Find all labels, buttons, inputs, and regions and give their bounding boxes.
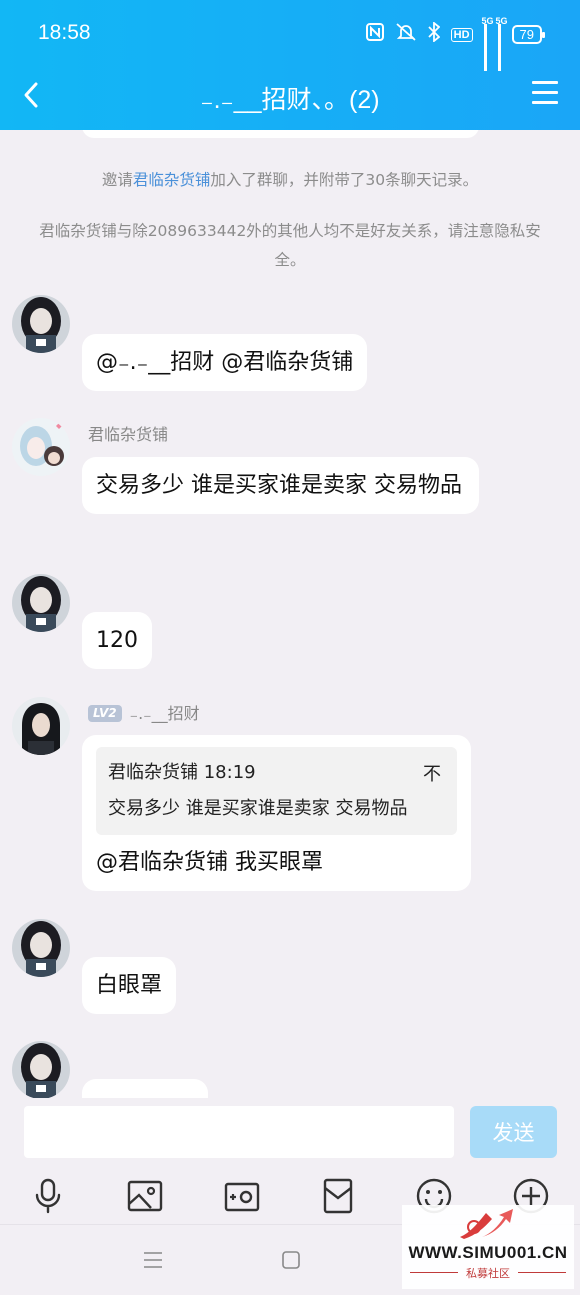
microphone-icon[interactable] <box>28 1176 68 1216</box>
reply-message-bubble[interactable]: 君临杂货铺 18:19 不 交易多少 谁是买家谁是卖家 交易物品 @君临杂货铺 … <box>82 735 471 891</box>
red-packet-icon[interactable] <box>318 1176 358 1216</box>
message-input[interactable] <box>24 1106 454 1158</box>
watermark-logo-icon <box>460 1209 513 1239</box>
system-invite-text: 加入了群聊，并附带了30条聊天记录。 <box>210 171 479 189</box>
bluetooth-icon <box>428 21 440 47</box>
net-type-2: 5G <box>495 15 508 26</box>
chat-area[interactable]: 邀请君临杂货铺加入了群聊，并附带了30条聊天记录。 君临杂货铺与除2089633… <box>0 130 580 1098</box>
menu-button[interactable] <box>532 81 558 105</box>
sender-info: LV2 ₋.₋__招财 <box>88 700 200 724</box>
send-button[interactable]: 发送 <box>470 1106 557 1158</box>
message-bubble-partial[interactable] <box>82 1079 208 1098</box>
quote-jump-icon[interactable]: 不 <box>423 757 441 793</box>
system-message-invite: 邀请君临杂货铺加入了群聊，并附带了30条聊天记录。 <box>30 166 550 195</box>
system-nav-bar: WWW.SIMU001.CN 私募社区 <box>0 1205 580 1295</box>
status-time: 18:58 <box>38 21 91 44</box>
camera-icon[interactable] <box>222 1176 262 1216</box>
input-bar: 发送 <box>0 1098 580 1168</box>
system-message-privacy: 君临杂货铺与除2089633442外的其他人均不是好友关系，请注意隐私安全。 <box>39 222 541 269</box>
status-bar: 18:58 HD 5G 5G 79 <box>0 0 580 71</box>
nav-bar: ₋.₋__招财、。(2) <box>0 66 580 130</box>
quoted-header: 君临杂货铺 18:19 <box>108 762 256 783</box>
mute-bell-icon <box>395 22 417 47</box>
quoted-text: 交易多少 谁是买家谁是卖家 交易物品 <box>108 798 408 819</box>
avatar-user-a[interactable] <box>12 919 70 977</box>
sender-name[interactable]: 君临杂货铺 <box>88 421 168 445</box>
sender-name[interactable]: ₋.₋__招财 <box>130 704 200 723</box>
hd-voice-badge: HD <box>450 27 473 42</box>
watermark-site: WWW.SIMU001.CN <box>408 1243 568 1262</box>
home-button[interactable] <box>280 1249 302 1275</box>
battery-icon: 79 <box>511 25 546 44</box>
watermark: WWW.SIMU001.CN 私募社区 <box>402 1205 574 1289</box>
message-bubble[interactable]: @₋.₋__招财 @君临杂货铺 <box>82 334 368 391</box>
status-icons: HD 5G 5G 79 <box>365 16 546 71</box>
message-bubble[interactable]: 120 <box>82 612 152 669</box>
reply-text: @君临杂货铺 我买眼罩 <box>96 850 323 875</box>
avatar-user-a[interactable] <box>12 295 70 353</box>
avatar-user-a[interactable] <box>12 574 70 632</box>
message-bubble[interactable]: 白眼罩 <box>82 957 177 1014</box>
chat-title: ₋.₋__招财、。(2) <box>200 86 380 114</box>
level-badge: LV2 <box>88 705 122 722</box>
image-icon[interactable] <box>125 1176 165 1216</box>
avatar-user-a[interactable] <box>12 1041 70 1098</box>
net-type-1: 5G <box>481 15 494 26</box>
quoted-message[interactable]: 君临杂货铺 18:19 不 交易多少 谁是买家谁是卖家 交易物品 <box>96 747 457 835</box>
previous-message-bubble <box>82 130 479 138</box>
signal-2-icon: 5G <box>496 16 508 71</box>
avatar-user-c[interactable] <box>12 697 70 755</box>
signal-1-icon: 5G <box>482 16 494 71</box>
system-invite-prefix: 邀请 <box>101 171 133 189</box>
invited-user-link[interactable]: 君临杂货铺 <box>133 171 211 189</box>
recents-button[interactable] <box>142 1249 164 1275</box>
message-bubble[interactable]: 交易多少 谁是买家谁是卖家 交易物品 <box>82 457 479 514</box>
watermark-subtitle: 私募社区 <box>466 1267 510 1280</box>
header-bar: 18:58 HD 5G 5G 79 ₋.₋__招财、。(2) <box>0 0 580 130</box>
nfc-icon <box>365 23 384 46</box>
avatar-user-b[interactable] <box>12 418 70 476</box>
